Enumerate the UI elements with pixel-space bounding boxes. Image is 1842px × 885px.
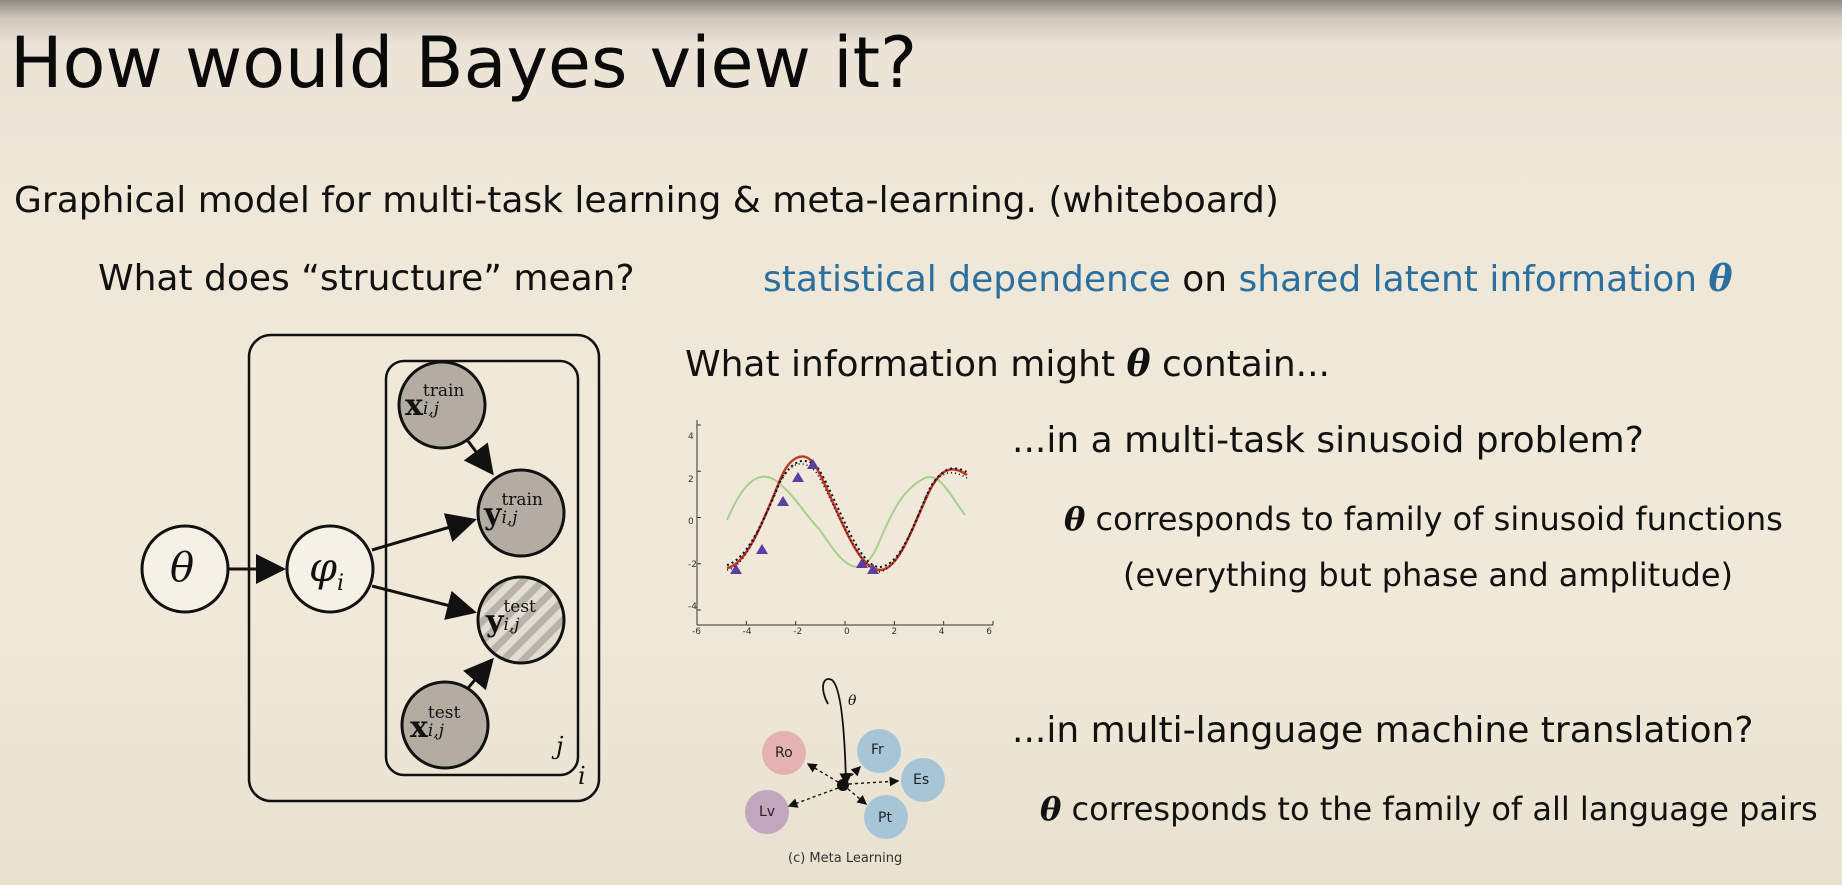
structure-answer: statistical dependence on shared latent …	[763, 258, 1733, 300]
x-test-label: x test i,j	[410, 704, 460, 746]
answer-part3: shared latent information	[1238, 259, 1709, 300]
edge-xtrain-ytrain	[463, 440, 494, 476]
lang-label-lv: Lv	[759, 804, 776, 820]
x-test-sub: i,j	[427, 720, 445, 741]
phi-label: φi	[309, 545, 344, 596]
y-test-sub: i,j	[503, 614, 520, 635]
answer-part1: statistical dependence	[763, 259, 1171, 300]
marker-5	[807, 459, 819, 469]
theta-label: θ	[170, 545, 195, 591]
inner-plate-label: j	[556, 732, 564, 760]
sinusoid-plot	[696, 420, 994, 626]
x-train-label: x train i,j	[405, 382, 464, 424]
y-test-label: y test i,j	[486, 598, 536, 640]
x-test-sup: test	[427, 702, 461, 723]
lang-label-fr: Fr	[871, 742, 884, 758]
marker-2	[756, 544, 768, 554]
xtick-3: 0	[843, 627, 850, 637]
sinusoid-answer-line1: θ corresponds to family of sinusoid func…	[1064, 500, 1783, 538]
answer-theta: θ	[1708, 258, 1733, 300]
x-train-sup: train	[422, 380, 465, 401]
diagram-caption: (c) Meta Learning	[788, 851, 903, 866]
y-train-sub: i,j	[501, 507, 518, 528]
ytick-4: -4	[688, 602, 697, 612]
xtick-0: -6	[692, 627, 701, 637]
sinusoid-answer-theta: θ	[1064, 500, 1086, 538]
edge-es	[848, 776, 900, 787]
y-train-label: y train i,j	[484, 491, 543, 533]
ytick-0: 4	[688, 432, 694, 442]
sinusoid-answer-line2: (everything but phase and amplitude)	[1123, 556, 1733, 594]
plot-y-tick-labels: 4 2 0 -2 -4	[688, 432, 697, 612]
theta-loop-arrow	[822, 678, 853, 786]
info-post: contain...	[1150, 344, 1330, 385]
xtick-1: -4	[742, 627, 752, 637]
plot-ticks	[696, 424, 994, 625]
y-test-base: y	[486, 604, 504, 639]
edge-pt	[847, 788, 868, 805]
answer-part2: on	[1170, 259, 1239, 300]
info-pre: What information might	[685, 344, 1127, 385]
phi-symbol: φ	[309, 545, 338, 591]
y-test-sup: test	[503, 596, 536, 617]
marker-3	[777, 496, 789, 506]
xtick-2: -2	[793, 627, 803, 637]
edge-phi-ytrain	[371, 513, 477, 552]
xtick-6: 6	[986, 627, 992, 637]
edge-ro	[806, 763, 839, 783]
triangle-markers	[730, 459, 879, 574]
edge-lv	[787, 787, 839, 808]
info-theta: θ	[1126, 343, 1151, 385]
plot-x-tick-labels: -6 -4 -2 0 2 4 6	[692, 627, 992, 637]
ytick-3: -2	[688, 559, 697, 570]
y-train-base: y	[484, 497, 502, 532]
x-train-base: x	[405, 388, 423, 423]
translation-answer-theta: θ	[1040, 790, 1062, 828]
outer-plate-label: i	[578, 762, 586, 790]
diagram-theta-label: θ	[848, 693, 857, 709]
edge-xtest-ytest	[463, 657, 494, 691]
xtick-5: 4	[938, 627, 945, 637]
marker-4	[792, 472, 804, 482]
center-node	[837, 779, 849, 791]
ytick-2: 0	[688, 517, 694, 527]
edge-phi-ytest	[371, 584, 477, 620]
x-train-sub: i,j	[422, 398, 440, 419]
info-question: What information might θ contain...	[685, 343, 1330, 385]
ytick-1: 2	[688, 474, 694, 485]
translation-answer-text: corresponds to the family of all languag…	[1061, 790, 1818, 828]
sinusoid-question: ...in a multi-task sinusoid problem?	[1012, 420, 1644, 461]
translation-answer: θ corresponds to the family of all langu…	[1040, 790, 1818, 828]
sinusoid-answer-text: corresponds to family of sinusoid functi…	[1085, 500, 1783, 538]
lang-label-ro: Ro	[775, 745, 793, 761]
slide-title: How would Bayes view it?	[10, 22, 918, 104]
lang-label-pt: Pt	[878, 810, 892, 826]
subtitle: Graphical model for multi-task learning …	[14, 180, 1279, 221]
x-test-base: x	[410, 710, 428, 745]
structure-question: What does “structure” mean?	[98, 258, 635, 299]
xtick-4: 2	[891, 627, 898, 637]
edge-fr	[846, 766, 861, 781]
y-train-sup: train	[501, 489, 543, 510]
lang-label-es: Es	[913, 772, 930, 788]
translation-question: ...in multi-language machine translation…	[1012, 710, 1754, 751]
phi-subscript: i	[337, 571, 345, 596]
